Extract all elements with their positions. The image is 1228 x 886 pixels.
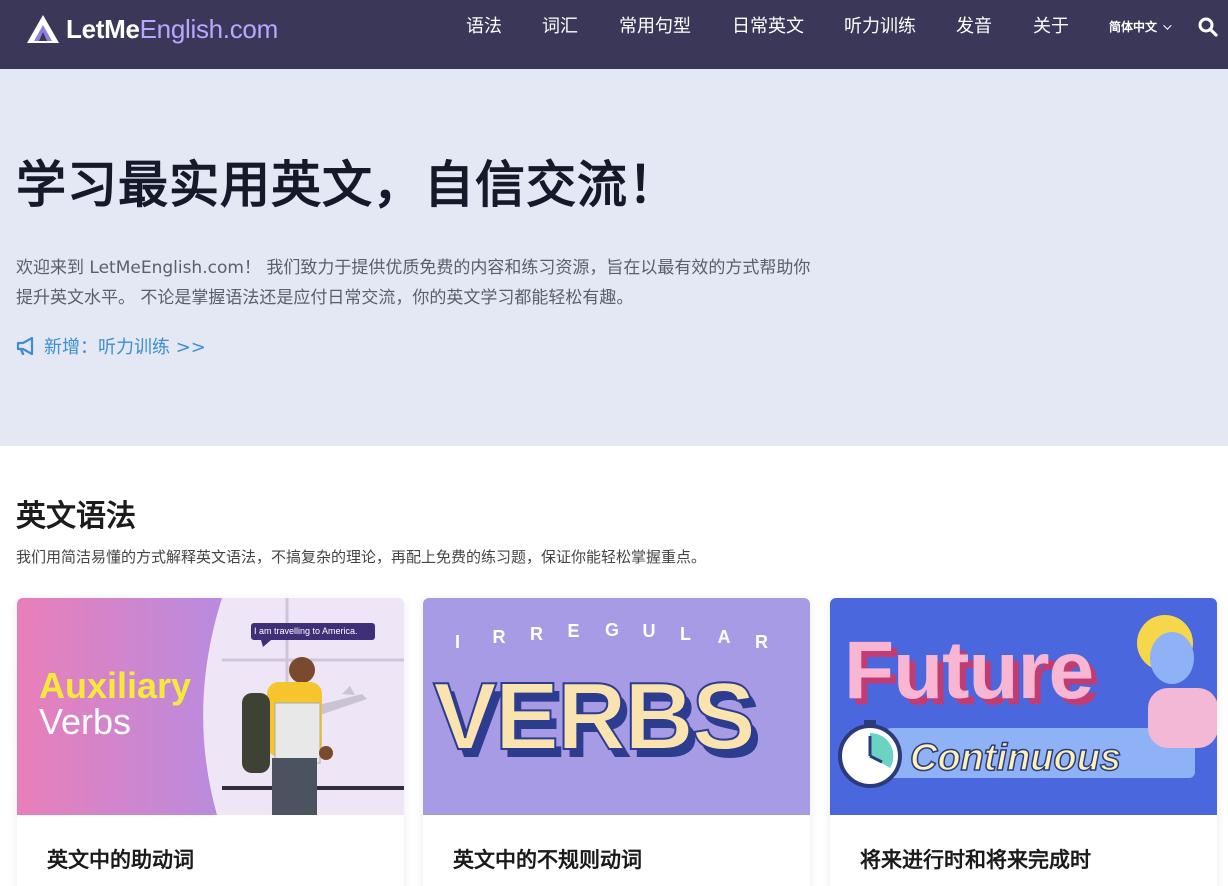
- chevron-down-icon: [1163, 21, 1172, 30]
- nav-pronunciation[interactable]: 发音: [956, 15, 992, 39]
- logo-icon: [27, 15, 59, 43]
- new-listening-label: 新增：听力训练 >>: [44, 337, 206, 358]
- language-label: 简体中文: [1109, 20, 1158, 34]
- nav-vocabulary[interactable]: 词汇: [542, 15, 578, 39]
- irregular-letter: R: [492, 627, 506, 648]
- card-title-future-continuous: 将来进行时和将来完成时: [860, 848, 1091, 872]
- card-auxiliary-verbs[interactable]: I am travelling to America. Auxiliary Ve…: [17, 598, 404, 886]
- irregular-letters: IRREGULAR: [455, 618, 785, 658]
- verbs-word-text: VERBS: [432, 662, 757, 771]
- irregular-letter: I: [455, 632, 461, 652]
- logo-text: LetMeEnglish.com: [66, 12, 278, 46]
- logo-brand-bold: LetMe: [66, 14, 140, 44]
- language-selector[interactable]: 简体中文: [1109, 19, 1172, 35]
- verbs-word: VERBS VERBS: [432, 658, 803, 788]
- irregular-letter: L: [680, 623, 691, 644]
- nav-listening[interactable]: 听力训练: [844, 15, 916, 39]
- continuous-word: Continuous: [909, 736, 1122, 780]
- grammar-section-description: 我们用简洁易懂的方式解释英文语法，不搞复杂的理论，再配上免费的练习题，保证你能轻…: [16, 548, 707, 566]
- irregular-letter: A: [717, 627, 731, 648]
- future-word: Future: [844, 625, 1094, 716]
- logo-brand-light: English.com: [139, 14, 279, 44]
- irregular-letter: U: [642, 620, 656, 641]
- irregular-letter: E: [567, 620, 580, 641]
- nav-about[interactable]: 关于: [1033, 15, 1069, 39]
- nav-daily-english[interactable]: 日常英文: [732, 15, 804, 39]
- hero-title: 学习最实用英文，自信交流！: [16, 156, 679, 214]
- card-title-irregular-verbs: 英文中的不规则动词: [453, 848, 642, 872]
- top-navbar: LetMeEnglish.com 语法 词汇 常用句型 日常英文 听力训练 发音…: [0, 0, 1228, 69]
- future-continuous-illustration: Future Future Continuous: [830, 598, 1217, 815]
- hero-section: 学习最实用英文，自信交流！ 欢迎来到 LetMeEnglish.com！ 我们致…: [0, 69, 1228, 446]
- site-logo[interactable]: LetMeEnglish.com: [26, 12, 278, 46]
- auxiliary-verbs-illustration: I am travelling to America. Auxiliary Ve…: [17, 598, 404, 815]
- irregular-verbs-illustration: I R R E G U L A R VERBS VERBS: [423, 598, 810, 815]
- auxiliary-title-line2: Verbs: [39, 701, 132, 742]
- auxiliary-bubble-text: I am travelling to America.: [254, 626, 358, 636]
- grammar-section-title: 英文语法: [16, 499, 136, 534]
- auxiliary-title-line1: Auxiliary: [39, 665, 192, 706]
- search-icon[interactable]: [1198, 17, 1218, 37]
- nav-common-sentences[interactable]: 常用句型: [619, 15, 691, 39]
- hero-description: 欢迎来到 LetMeEnglish.com！ 我们致力于提供优质免费的内容和练习…: [16, 258, 811, 308]
- irregular-letter: G: [605, 620, 620, 640]
- nav-grammar[interactable]: 语法: [466, 15, 502, 39]
- new-listening-link[interactable]: 新增：听力训练 >>: [16, 333, 206, 359]
- irregular-letter: R: [530, 623, 543, 644]
- card-irregular-verbs[interactable]: I R R E G U L A R VERBS VERBS 英文中的不规则动词: [423, 598, 810, 886]
- card-title-auxiliary-verbs: 英文中的助动词: [47, 848, 194, 872]
- card-future-continuous[interactable]: Future Future Continuous 将来进行时和将来完成时: [830, 598, 1217, 886]
- irregular-letter: R: [755, 632, 768, 652]
- megaphone-icon: [16, 337, 34, 355]
